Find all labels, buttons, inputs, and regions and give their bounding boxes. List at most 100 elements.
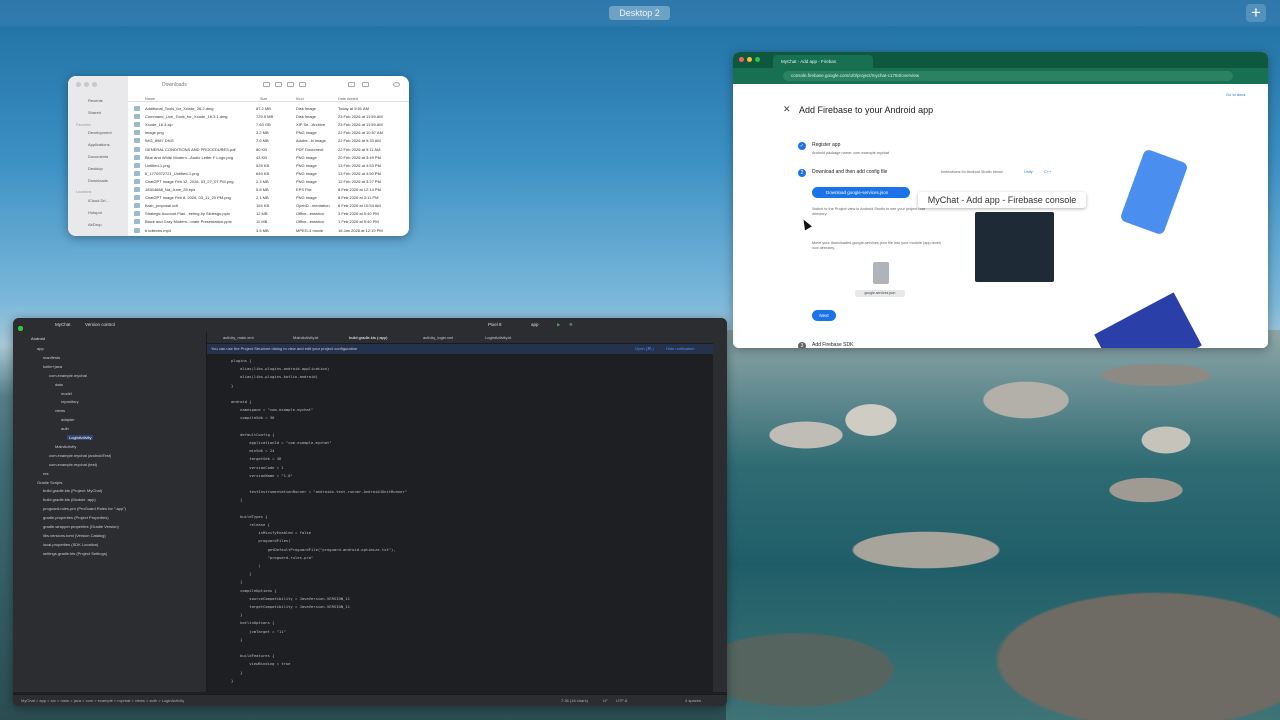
file-encoding[interactable]: UTF-8 [616, 698, 627, 703]
project-tree-item[interactable]: gradle.properties (Project Properties) [43, 515, 109, 520]
project-tree-item[interactable]: repository [61, 399, 79, 404]
close-icon[interactable]: ✕ [783, 104, 791, 115]
project-tree-item[interactable]: proguard-rules.pro (ProGuard Rules for "… [43, 506, 126, 511]
column-view-icon[interactable] [287, 82, 294, 87]
file-row[interactable]: IMG_8987.DNG 7.6 MB Adobe...ki image 22 Feb… [128, 137, 409, 145]
tab-main-activity[interactable]: MainActivity.kt [293, 335, 318, 340]
file-row[interactable]: 18304688_Na_June_25.eps 5.8 MB EPS File 8 F… [128, 186, 409, 194]
tag-icon[interactable] [362, 82, 369, 87]
project-tree-item[interactable]: Gradle Scripts [37, 480, 62, 485]
project-tree-item[interactable]: build.gradle.kts (Project: MyChat) [43, 488, 102, 493]
file-row[interactable]: Untitled-1.png 525 KB PNG image 13 Feb 2026… [128, 162, 409, 170]
file-row[interactable]: b kdtechs.mp4 3.5 MB MPEG-4 movie 16 Jan 20… [128, 227, 409, 235]
project-tree-item[interactable]: gradle-wrapper.properties (Gradle Versio… [43, 524, 119, 529]
tab-login-activity[interactable]: LoginActivity.kt [485, 335, 511, 340]
file-row[interactable]: Additional_Tools_for_Xcode_26.2.dmg 87.2 … [128, 105, 409, 113]
file-row[interactable]: image.png 3.2 MB PNG image 22 Feb 2026 at 1… [128, 129, 409, 137]
gallery-view-icon[interactable] [299, 82, 306, 87]
file-row[interactable]: Strategic Account Plan...eeting by Slide… [128, 210, 409, 218]
project-selector[interactable]: MyChat [55, 322, 71, 327]
close-button[interactable] [76, 82, 81, 87]
sidebar-item[interactable]: Downloads [88, 178, 108, 183]
instructions-link[interactable]: Instructions for Android Studio below [941, 170, 1003, 175]
file-row[interactable]: Xcode_16.3.xip 7.63 GB XIP Se...Archive 23 … [128, 121, 409, 129]
project-tree-item[interactable]: com.example.mychat (test) [49, 462, 97, 467]
browser-traffic-lights[interactable] [739, 57, 760, 62]
project-tree-item[interactable]: adapter [61, 417, 75, 422]
zoom-button[interactable] [755, 57, 760, 62]
file-row[interactable]: GENERAL CONDITIONS AND PROCEDURES.pdf 80 … [128, 146, 409, 154]
column-kind[interactable]: Kind [296, 97, 304, 101]
project-tree-item[interactable]: libs.versions.toml (Version Catalog) [43, 533, 106, 538]
tab-activity-login[interactable]: activity_login.xml [423, 335, 453, 340]
download-config-button[interactable]: Download google-services.json [812, 187, 910, 198]
minimize-button[interactable] [84, 82, 89, 87]
debug-icon[interactable]: ✱ [569, 322, 573, 328]
search-icon[interactable] [393, 82, 400, 87]
project-tree-item[interactable]: auth [61, 426, 69, 431]
code-editor[interactable]: plugins { alias(libs.plugins.android.app… [207, 354, 713, 692]
finder-traffic-lights[interactable] [76, 82, 97, 87]
list-view-icon[interactable] [275, 82, 282, 87]
project-tree-item[interactable]: com.example.mychat (androidTest) [49, 453, 111, 458]
sidebar-item[interactable]: iCloud Dri... [88, 198, 109, 203]
desktop-space-label[interactable]: Desktop 2 [609, 6, 670, 20]
vcs-selector[interactable]: Version control [85, 322, 115, 327]
sidebar-item[interactable]: Hotspot [88, 210, 102, 215]
run-config-selector[interactable]: app [531, 322, 539, 327]
project-tree-item[interactable]: MainActivity [55, 444, 76, 449]
right-tool-strip[interactable] [713, 332, 727, 692]
tab-build-gradle[interactable]: build.gradle.kts (:app) [349, 335, 387, 340]
banner-hide-link[interactable]: Hide notification [666, 346, 694, 351]
file-row[interactable]: fizah_proposal.odt 154 KB OpenD...mentatio… [128, 202, 409, 210]
sidebar-item[interactable]: AirDrop [88, 222, 102, 227]
project-tree-item[interactable]: model [61, 391, 72, 396]
project-tree-item[interactable]: res [43, 471, 49, 476]
sidebar-item[interactable]: Shared [88, 110, 101, 115]
caret-position[interactable]: 7:36 (16 chars) [561, 698, 588, 703]
android-studio-window[interactable]: MyChat Version control Pixel 8 app ▶ ✱ A… [13, 318, 727, 706]
finder-window[interactable]: Downloads Recents Shared Favorites Developm… [68, 76, 409, 236]
column-date[interactable]: Date Added [338, 97, 358, 101]
file-row[interactable]: Command_Line_Tools_for_Xcode_16.3.1.dmg 7… [128, 113, 409, 121]
file-row[interactable]: Black and Gray Modern...orate Presentati… [128, 218, 409, 226]
project-tree-item[interactable]: data [55, 382, 63, 387]
tab-activity-main[interactable]: activity_main.xml [223, 335, 253, 340]
project-tree-item[interactable]: local.properties (SDK Location) [43, 542, 98, 547]
icon-view-icon[interactable] [263, 82, 270, 87]
go-to-docs-link[interactable]: Go to docs [1226, 92, 1245, 97]
add-desktop-button[interactable]: + [1246, 4, 1266, 22]
project-tree-item[interactable]: app [37, 346, 44, 351]
indent-setting[interactable]: 4 spaces [685, 698, 701, 703]
view-mode-selector[interactable]: Android [31, 336, 45, 341]
sidebar-item[interactable]: Recents [88, 98, 103, 103]
file-row[interactable]: ChatGPT Image Feb 12, 2026, 03_27_07 PM.… [128, 178, 409, 186]
zoom-button[interactable] [18, 326, 23, 331]
project-tree-item[interactable]: views [55, 408, 65, 413]
column-size[interactable]: Size [260, 97, 267, 101]
sidebar-item[interactable]: Applications [88, 142, 110, 147]
share-icon[interactable] [348, 82, 355, 87]
project-tree-item[interactable]: build.gradle.kts (Module :app) [43, 497, 96, 502]
project-tree-item[interactable]: kotlin+java [43, 364, 62, 369]
left-tool-strip[interactable] [13, 332, 27, 692]
sidebar-item[interactable]: Development [88, 130, 112, 135]
run-icon[interactable]: ▶ [557, 322, 560, 328]
zoom-button[interactable] [92, 82, 97, 87]
file-row[interactable]: ChatGPT Image Feb 8, 2026, 03_11_20 PM.p… [128, 194, 409, 202]
project-tree-item[interactable]: com.example.mychat [49, 373, 87, 378]
file-row[interactable]: 6_1770972721_Untitled-1.png 649 KB PNG ima… [128, 170, 409, 178]
breadcrumb[interactable]: MyChat > app > src > main > java > com >… [21, 698, 184, 703]
sidebar-item[interactable]: Documents [88, 154, 108, 159]
line-separator[interactable]: LF [603, 698, 608, 703]
minimize-button[interactable] [747, 57, 752, 62]
next-button[interactable]: Next [812, 310, 836, 321]
close-button[interactable] [739, 57, 744, 62]
address-bar[interactable]: console.firebase.google.com/u/0/project/… [783, 71, 1233, 81]
unity-link[interactable]: Unity [1024, 170, 1033, 175]
file-row[interactable]: Blue and White Modern...Audio Letter F L… [128, 154, 409, 162]
project-tree-item[interactable]: manifests [43, 355, 60, 360]
project-tree-item[interactable]: settings.gradle.kts (Project Settings) [43, 551, 107, 556]
column-name[interactable]: Name [145, 97, 155, 101]
project-tree-item[interactable]: LoginActivity [67, 435, 94, 440]
